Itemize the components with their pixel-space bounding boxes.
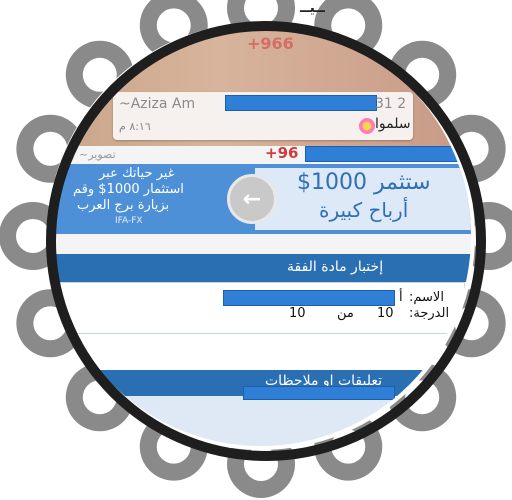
grade-label: الدرجة: bbox=[409, 306, 450, 321]
top-cropped-text: ــيــ bbox=[300, 0, 325, 16]
zoom-callout: ــيــ +966 ~Aziza Am 31 2 ٨:١٦ م سلموا ~… bbox=[0, 0, 512, 500]
scallop-hole bbox=[16, 219, 50, 253]
ad-prefix: ~تصوير bbox=[79, 148, 116, 161]
quiz-header bbox=[51, 254, 471, 282]
name-label: الاسم: bbox=[409, 290, 444, 305]
scallop-hole bbox=[244, 447, 278, 481]
ad-right-line-1: ستثمر 1000$ bbox=[297, 170, 431, 195]
forward-arrow-icon[interactable]: ← bbox=[227, 174, 277, 224]
name-value: أ bbox=[399, 290, 403, 305]
grade-total: 10 bbox=[289, 306, 306, 321]
notes-area[interactable] bbox=[51, 396, 471, 446]
sender-suffix: 31 2 bbox=[375, 96, 407, 112]
magnified-lens: +966 ~Aziza Am 31 2 ٨:١٦ م سلموا ~تصوير … bbox=[51, 26, 471, 446]
ad-left-line-3: بزيارة برج العرب bbox=[77, 198, 170, 213]
grade-of: من bbox=[337, 306, 354, 321]
sender-name: ~Aziza Am bbox=[119, 96, 196, 112]
ad-left-line-1: غير حياتك عبر bbox=[99, 166, 175, 181]
ad-left-line-2: استثمار 1000$ وقم bbox=[73, 182, 184, 197]
redaction-notes-author bbox=[243, 386, 395, 400]
ad-number: +96 bbox=[265, 144, 299, 162]
message-text: سلموا bbox=[375, 116, 411, 132]
ad-brand: IFA-FX bbox=[115, 216, 143, 226]
flower-emoji-icon bbox=[359, 118, 375, 134]
quiz-title: إختبار مادة الفقة bbox=[287, 259, 384, 275]
redaction-sender-number bbox=[225, 95, 377, 111]
chat-top-number: +966 bbox=[247, 34, 294, 53]
redaction-student-name bbox=[223, 290, 395, 306]
message-bubble[interactable]: ~Aziza Am 31 2 ٨:١٦ م سلموا bbox=[113, 92, 413, 140]
message-time: ٨:١٦ م bbox=[119, 120, 151, 133]
scallop-hole bbox=[472, 219, 506, 253]
redaction-ad-number bbox=[305, 146, 467, 162]
ad-right-line-2: أرباح كبيرة bbox=[319, 198, 409, 222]
grade-value: 10 bbox=[377, 306, 394, 321]
